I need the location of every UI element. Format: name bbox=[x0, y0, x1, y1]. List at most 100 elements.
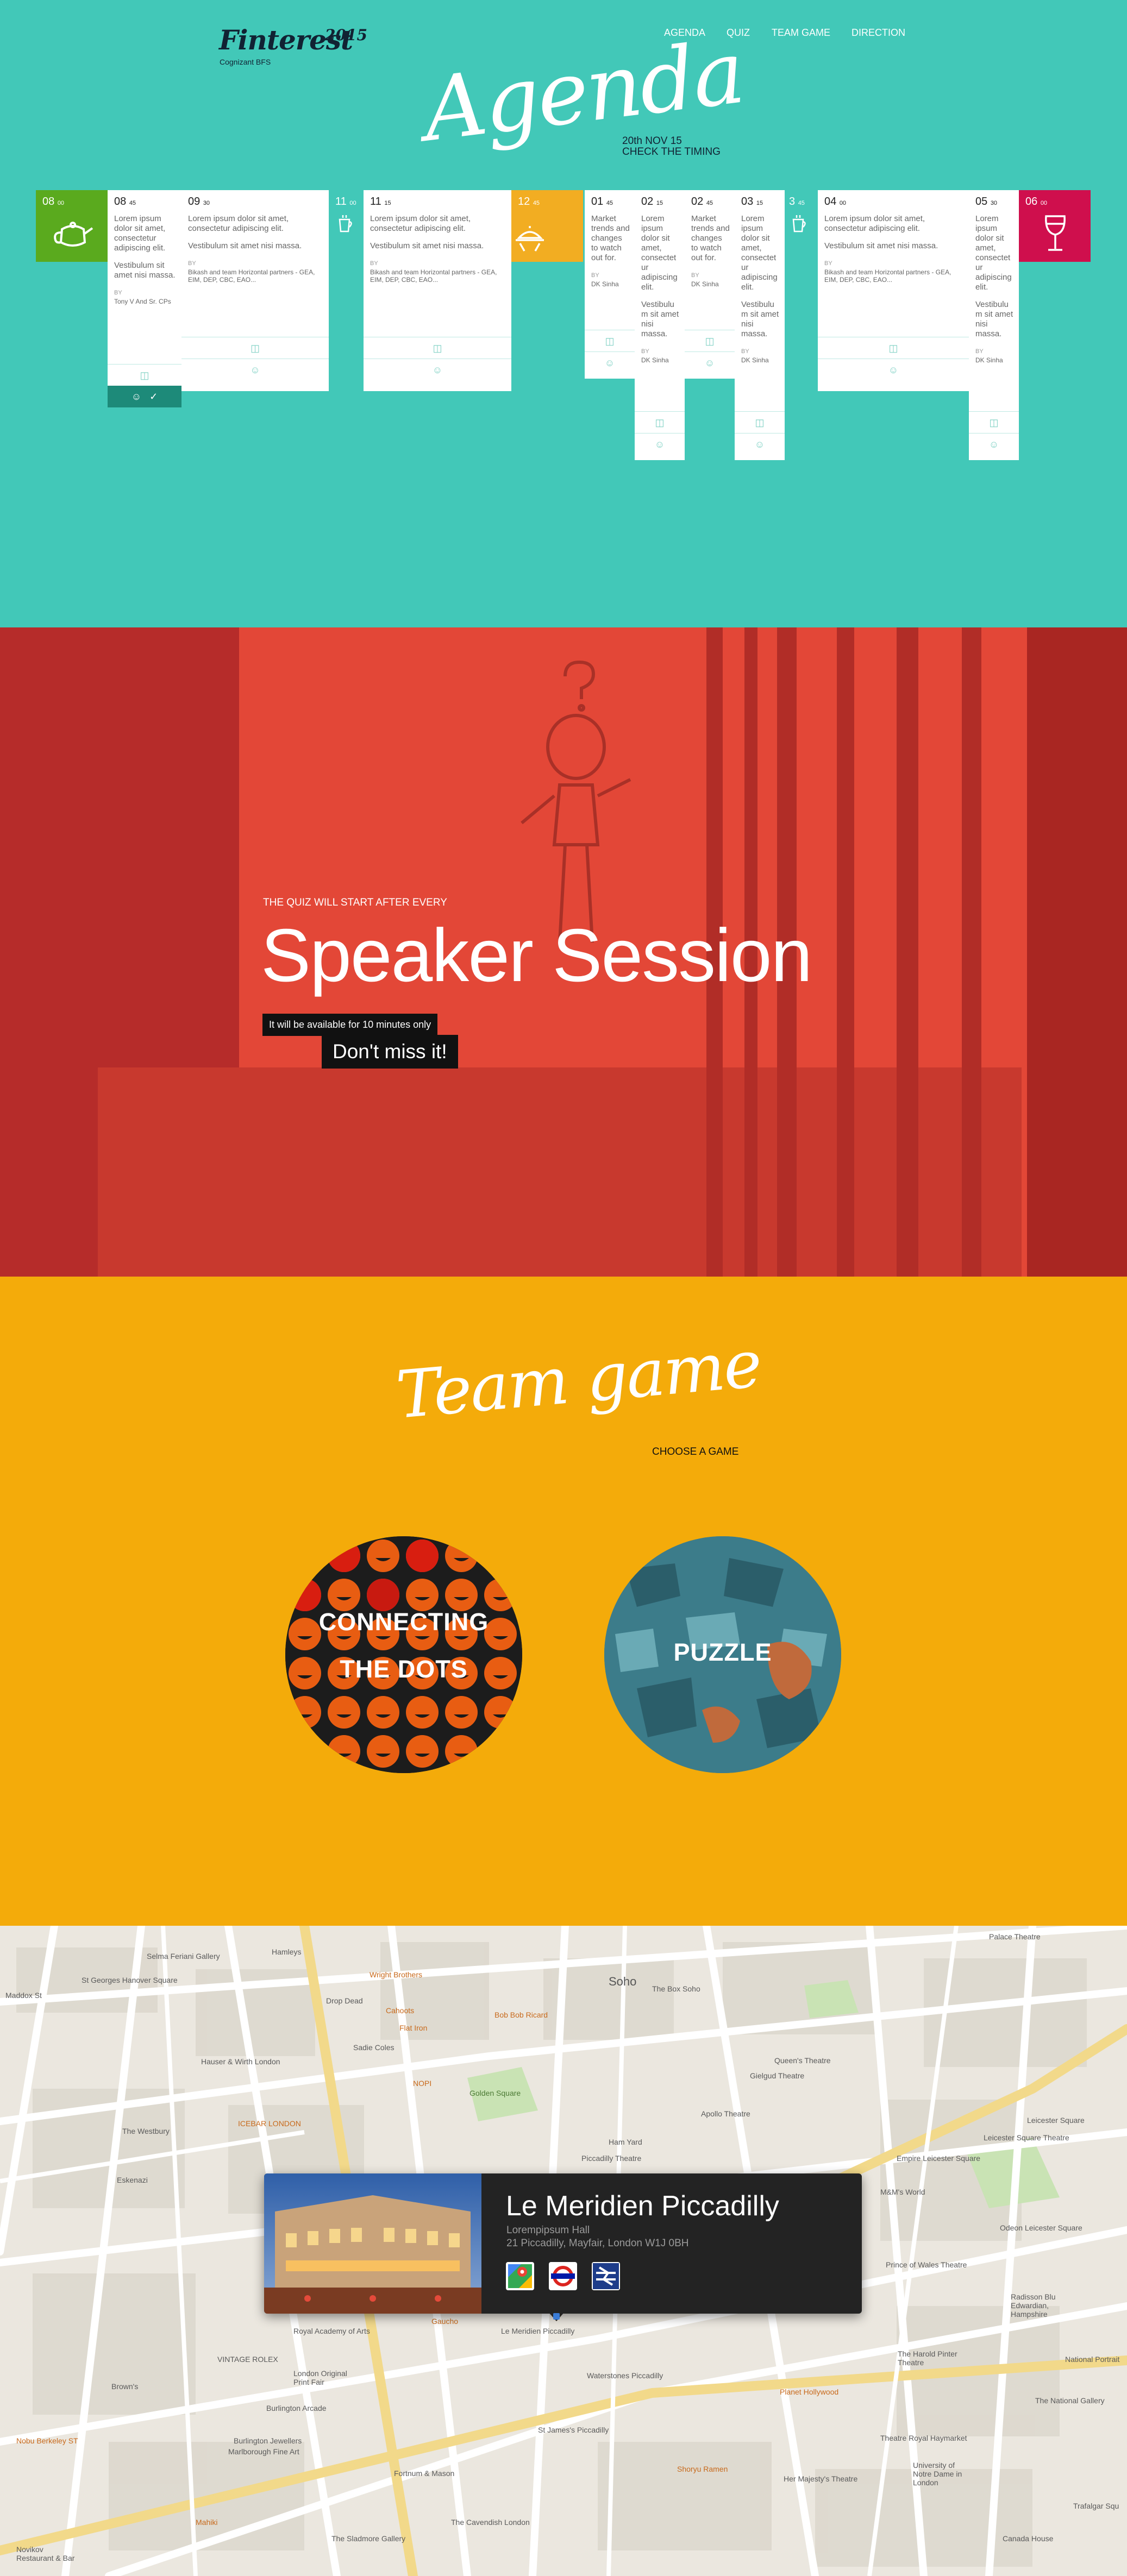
map-label: Leicester Square bbox=[1027, 2116, 1085, 2125]
map-label: The Cavendish London bbox=[451, 2518, 530, 2527]
map-label: Piccadilly Theatre bbox=[581, 2154, 642, 2163]
screen-button[interactable]: ◫ bbox=[685, 330, 735, 352]
map-marker-icon[interactable] bbox=[553, 2313, 560, 2320]
session-desc-2: Vestibulu m sit amet nisi massa. bbox=[741, 300, 779, 338]
map-label: Mahiki bbox=[196, 2518, 218, 2527]
session-min: 45 bbox=[129, 200, 136, 206]
feedback-button[interactable]: ☺ bbox=[818, 359, 969, 381]
session-card-5[interactable]: 02 15 Lorem ipsum dolor sit amet, consec… bbox=[635, 190, 685, 460]
session-by-label: BY bbox=[114, 290, 122, 296]
break-min: 00 bbox=[57, 200, 65, 206]
timeline-break-evening: 06 00 bbox=[1019, 190, 1091, 262]
map-label: M&M's World bbox=[880, 2188, 925, 2196]
map-label: Planet Hollywood bbox=[780, 2387, 839, 2396]
map-label: Burlington Arcade bbox=[266, 2404, 327, 2412]
session-desc: Market trends and changes to watch out f… bbox=[591, 214, 630, 262]
map-label: The National Gallery bbox=[1035, 2396, 1105, 2405]
map-label: The Westbury bbox=[122, 2127, 170, 2135]
session-card-1[interactable]: 08 45 Lorem ipsum dolor sit amet, consec… bbox=[108, 190, 181, 407]
game-puzzle[interactable]: PUZZLE bbox=[604, 1536, 841, 1773]
session-speaker: Bikash and team Horizontal partners - GE… bbox=[370, 268, 497, 284]
map-label: Le Meridien Piccadilly bbox=[501, 2327, 575, 2335]
session-min: 15 bbox=[756, 200, 763, 206]
session-desc: Market trends and changes to watch out f… bbox=[691, 214, 730, 262]
timeline-break-lunch: 12 45 bbox=[511, 190, 583, 262]
break-min: 45 bbox=[798, 200, 805, 206]
feedback-button[interactable]: ☺ bbox=[969, 433, 1019, 455]
session-speaker: Bikash and team Horizontal partners - GE… bbox=[188, 268, 315, 284]
smiley-icon: ☺ bbox=[704, 357, 715, 368]
session-by-label: BY bbox=[741, 348, 749, 355]
map-label: ICEBAR LONDON bbox=[238, 2119, 301, 2128]
screen-button[interactable]: ◫ bbox=[735, 411, 785, 433]
hotel-address-line2: 21 Piccadilly, Mayfair, London W1J 0BH bbox=[506, 2238, 689, 2249]
session-card-7[interactable]: 03 15 Lorem ipsum dolor sit amet, consec… bbox=[735, 190, 785, 460]
session-speaker: Tony V And Sr. CPs bbox=[114, 298, 171, 305]
london-underground-icon[interactable] bbox=[549, 2262, 577, 2290]
corridor-pillar bbox=[962, 627, 981, 1277]
map-label: Shoryu Ramen bbox=[677, 2465, 728, 2473]
hotel-address-line1: Lorempipsum Hall bbox=[506, 2225, 590, 2236]
session-card-9[interactable]: 05 30 Lorem ipsum dolor sit amet, consec… bbox=[969, 190, 1019, 460]
game-label-line1: CONNECTING bbox=[318, 1608, 489, 1636]
session-card-3[interactable]: 11 15 Lorem ipsum dolor sit amet, consec… bbox=[364, 190, 511, 391]
game-connecting-the-dots[interactable]: CONNECTING THE DOTS bbox=[285, 1536, 522, 1773]
break-min: 45 bbox=[533, 200, 540, 206]
screen-button[interactable]: ◫ bbox=[969, 411, 1019, 433]
map-label: Brown's bbox=[111, 2382, 139, 2391]
map-label: Wright Brothers bbox=[370, 1970, 422, 1979]
nav-direction[interactable]: DIRECTION bbox=[851, 27, 905, 39]
screen-button[interactable]: ◫ bbox=[364, 337, 511, 359]
speaker-session-kicker: THE QUIZ WILL START AFTER EVERY bbox=[263, 897, 447, 908]
session-min: 45 bbox=[706, 200, 713, 206]
connect-dots-grid-image bbox=[285, 1536, 522, 1773]
corridor-floor bbox=[98, 1067, 1022, 1277]
session-card-4[interactable]: 01 45 Market trends and changes to watch… bbox=[585, 190, 635, 379]
feedback-button[interactable]: ☺ bbox=[181, 359, 329, 381]
screen-button[interactable]: ◫ bbox=[635, 411, 685, 433]
session-by-label: BY bbox=[591, 272, 599, 279]
speaker-session-note: It will be available for 10 minutes only bbox=[262, 1014, 438, 1036]
map-label: Hauser & Wirth London bbox=[201, 2057, 280, 2066]
break-min: 00 bbox=[349, 200, 356, 206]
feedback-button[interactable]: ☺ bbox=[364, 359, 511, 381]
hotel-info-card[interactable]: Le Meridien Piccadilly Lorempipsum Hall … bbox=[264, 2173, 862, 2314]
screen-button[interactable]: ◫ bbox=[108, 364, 181, 386]
session-desc-2: Vestibulu m sit amet nisi massa. bbox=[641, 300, 679, 338]
session-desc-2: Vestibulum sit amet nisi massa. bbox=[188, 241, 302, 250]
coffee-cup-icon bbox=[792, 215, 806, 233]
session-desc: Lorem ipsum dolor sit amet, consectetur … bbox=[824, 214, 925, 233]
session-speaker: DK Sinha bbox=[641, 356, 669, 364]
session-card-8[interactable]: 04 00 Lorem ipsum dolor sit amet, consec… bbox=[818, 190, 969, 391]
session-card-6[interactable]: 02 45 Market trends and changes to watch… bbox=[685, 190, 735, 379]
feedback-button[interactable]: ☺ bbox=[585, 351, 635, 374]
nav-team-game[interactable]: TEAM GAME bbox=[772, 27, 830, 39]
coffee-cup-icon bbox=[339, 215, 352, 233]
lunch-tray-icon bbox=[516, 226, 544, 252]
feedback-button[interactable]: ☺ bbox=[685, 351, 735, 374]
screen-button[interactable]: ◫ bbox=[585, 330, 635, 352]
break-hour: 12 bbox=[518, 196, 530, 208]
teapot-icon bbox=[54, 222, 93, 247]
national-rail-icon[interactable] bbox=[592, 2262, 620, 2290]
session-by-label: BY bbox=[975, 348, 984, 355]
smiley-icon: ☺ bbox=[988, 439, 999, 450]
session-card-2[interactable]: 09 30 Lorem ipsum dolor sit amet, consec… bbox=[181, 190, 329, 391]
feedback-done-button[interactable]: ☺ ✓ bbox=[108, 386, 181, 407]
session-desc: Lorem ipsum dolor sit amet, consectetur … bbox=[114, 214, 166, 253]
map-label: Bob Bob Ricard bbox=[494, 2010, 548, 2019]
underground-roundel-glyph bbox=[551, 2266, 575, 2286]
session-min: 15 bbox=[384, 200, 391, 206]
session-speaker: DK Sinha bbox=[591, 280, 619, 288]
smiley-icon: ☺ bbox=[250, 365, 260, 375]
google-maps-icon[interactable] bbox=[506, 2262, 534, 2290]
screen-button[interactable]: ◫ bbox=[818, 337, 969, 359]
feedback-button[interactable]: ☺ bbox=[635, 433, 685, 455]
session-hour: 04 bbox=[824, 196, 837, 208]
session-hour: 08 bbox=[114, 196, 127, 208]
session-hour: 02 bbox=[641, 196, 654, 208]
screen-button[interactable]: ◫ bbox=[181, 337, 329, 359]
hotel-photo bbox=[264, 2173, 481, 2314]
feedback-button[interactable]: ☺ bbox=[735, 433, 785, 455]
map-label: Radisson Blu Edwardian, Hampshire bbox=[1011, 2292, 1056, 2319]
